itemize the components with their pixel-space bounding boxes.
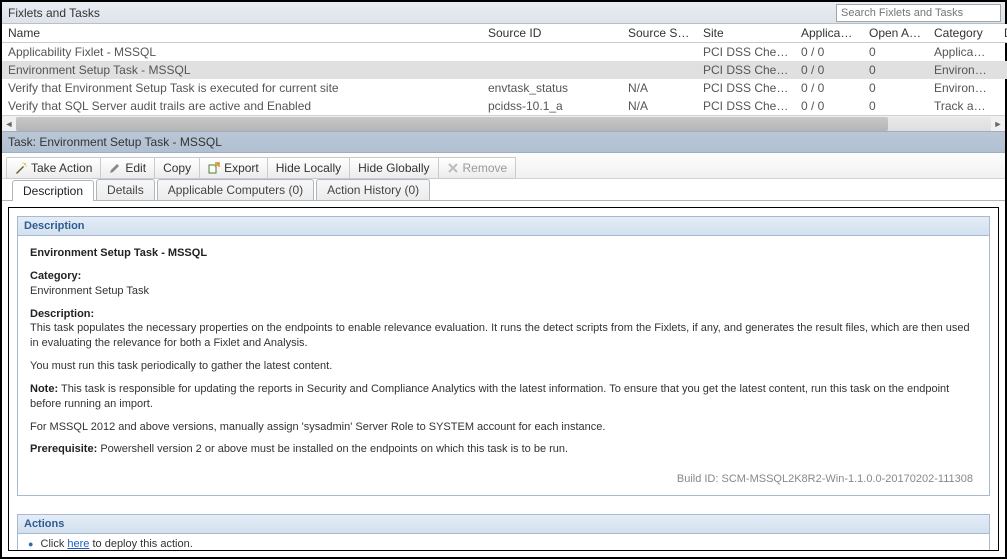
task-name: Environment Setup Task - MSSQL — [30, 246, 977, 261]
take-action-label: Take Action — [31, 161, 92, 175]
cell-source-sev: N/A — [622, 79, 697, 97]
cell-source-id: envtask_status — [482, 79, 622, 97]
cell-source-sev: N/A — [622, 97, 697, 115]
note-text: This task is responsible for updating th… — [30, 383, 949, 410]
table-row[interactable]: Environment Setup Task - MSSQL PCI DSS Ch… — [2, 61, 1007, 79]
edit-button[interactable]: Edit — [100, 157, 155, 179]
deploy-action-link[interactable]: here — [67, 538, 89, 550]
take-action-button[interactable]: Take Action — [6, 157, 101, 179]
cell-download — [998, 79, 1007, 97]
col-name[interactable]: Name — [2, 24, 482, 43]
edit-label: Edit — [125, 161, 146, 175]
col-source-id[interactable]: Source ID — [482, 24, 622, 43]
cell-category: Environme… — [928, 79, 998, 97]
col-source-sev[interactable]: Source Sev… — [622, 24, 697, 43]
tab-details[interactable]: Details — [96, 179, 155, 200]
cell-applicable: 0 / 0 — [795, 79, 863, 97]
actions-panel: Actions ● Click here to deploy this acti… — [17, 514, 990, 551]
description-panel-heading: Description — [18, 217, 989, 236]
hide-globally-label: Hide Globally — [358, 161, 429, 175]
cell-category: Environme… — [928, 61, 998, 79]
prereq-text: Powershell version 2 or above must be in… — [100, 443, 568, 455]
cell-site: PCI DSS Che… — [697, 43, 795, 62]
cell-site: PCI DSS Che… — [697, 61, 795, 79]
cell-name: Verify that Environment Setup Task is ex… — [2, 79, 482, 97]
wand-icon — [15, 162, 27, 174]
table-header-row: Name Source ID Source Sev… Site Applicab… — [2, 24, 1007, 43]
table-row[interactable]: Verify that Environment Setup Task is ex… — [2, 79, 1007, 97]
cell-source-sev — [622, 43, 697, 62]
cell-name: Applicability Fixlet - MSSQL — [2, 43, 482, 62]
category-value: Environment Setup Task — [30, 285, 149, 297]
col-open-actions[interactable]: Open Actio… — [863, 24, 928, 43]
actions-prefix: Click — [41, 538, 68, 550]
cell-applicable: 0 / 0 — [795, 97, 863, 115]
scroll-thumb[interactable] — [16, 117, 888, 131]
panel-title: Fixlets and Tasks — [8, 6, 836, 20]
remove-button[interactable]: Remove — [438, 157, 517, 179]
category-label: Category: — [30, 270, 81, 282]
hide-locally-label: Hide Locally — [276, 161, 341, 175]
mssql-note: For MSSQL 2012 and above versions, manua… — [30, 420, 977, 435]
cell-name: Verify that SQL Server audit trails are … — [2, 97, 482, 115]
export-icon — [208, 162, 220, 174]
fixlets-table: Name Source ID Source Sev… Site Applicab… — [2, 24, 1007, 115]
note-label: Note: — [30, 383, 58, 395]
cell-category: Track and … — [928, 97, 998, 115]
cell-download — [998, 61, 1007, 79]
cell-name: Environment Setup Task - MSSQL — [2, 61, 482, 79]
cell-source-sev — [622, 61, 697, 79]
cell-category: Applicabilit… — [928, 43, 998, 62]
hide-globally-button[interactable]: Hide Globally — [349, 157, 438, 179]
col-applicable[interactable]: Applicable … — [795, 24, 863, 43]
cell-open-actions: 0 — [863, 79, 928, 97]
cell-source-id: pcidss-10.1_a — [482, 97, 622, 115]
tab-description[interactable]: Description — [12, 180, 94, 201]
build-id: Build ID: SCM-MSSQL2K8R2-Win-1.1.0.0-201… — [30, 465, 977, 485]
col-category[interactable]: Category — [928, 24, 998, 43]
periodic-text: You must run this task periodically to g… — [30, 359, 977, 374]
cell-download — [998, 43, 1007, 62]
description-text: This task populates the necessary proper… — [30, 322, 970, 349]
copy-button[interactable]: Copy — [154, 157, 200, 179]
cell-download — [998, 97, 1007, 115]
cell-source-id — [482, 43, 622, 62]
col-download[interactable]: Download … — [998, 24, 1007, 43]
tab-action-history[interactable]: Action History (0) — [316, 179, 430, 200]
hide-locally-button[interactable]: Hide Locally — [267, 157, 350, 179]
cell-applicable: 0 / 0 — [795, 61, 863, 79]
pencil-icon — [109, 162, 121, 174]
tab-applicable-computers[interactable]: Applicable Computers (0) — [157, 179, 314, 200]
actions-suffix: to deploy this action. — [89, 538, 192, 550]
remove-icon — [447, 162, 459, 174]
cell-site: PCI DSS Che… — [697, 97, 795, 115]
table-row[interactable]: Applicability Fixlet - MSSQL PCI DSS Che…… — [2, 43, 1007, 62]
cell-applicable: 0 / 0 — [795, 43, 863, 62]
task-title-bar: Task: Environment Setup Task - MSSQL — [2, 131, 1005, 153]
description-panel: Description Environment Setup Task - MSS… — [17, 216, 990, 496]
cell-open-actions: 0 — [863, 97, 928, 115]
export-label: Export — [224, 161, 259, 175]
bullet-icon: ● — [28, 539, 33, 549]
prereq-label: Prerequisite: — [30, 443, 97, 455]
scroll-right-arrow[interactable]: ► — [991, 117, 1005, 131]
export-button[interactable]: Export — [199, 157, 268, 179]
table-row[interactable]: Verify that SQL Server audit trails are … — [2, 97, 1007, 115]
col-site[interactable]: Site — [697, 24, 795, 43]
remove-label: Remove — [463, 161, 508, 175]
actions-panel-heading: Actions — [18, 515, 989, 534]
search-input[interactable] — [836, 4, 1001, 22]
horizontal-scrollbar[interactable]: ◄ ► — [2, 115, 1005, 131]
scroll-left-arrow[interactable]: ◄ — [2, 117, 16, 131]
description-label: Description: — [30, 308, 94, 320]
cell-source-id — [482, 61, 622, 79]
cell-open-actions: 0 — [863, 61, 928, 79]
cell-site: PCI DSS Che… — [697, 79, 795, 97]
copy-label: Copy — [163, 161, 191, 175]
cell-open-actions: 0 — [863, 43, 928, 62]
